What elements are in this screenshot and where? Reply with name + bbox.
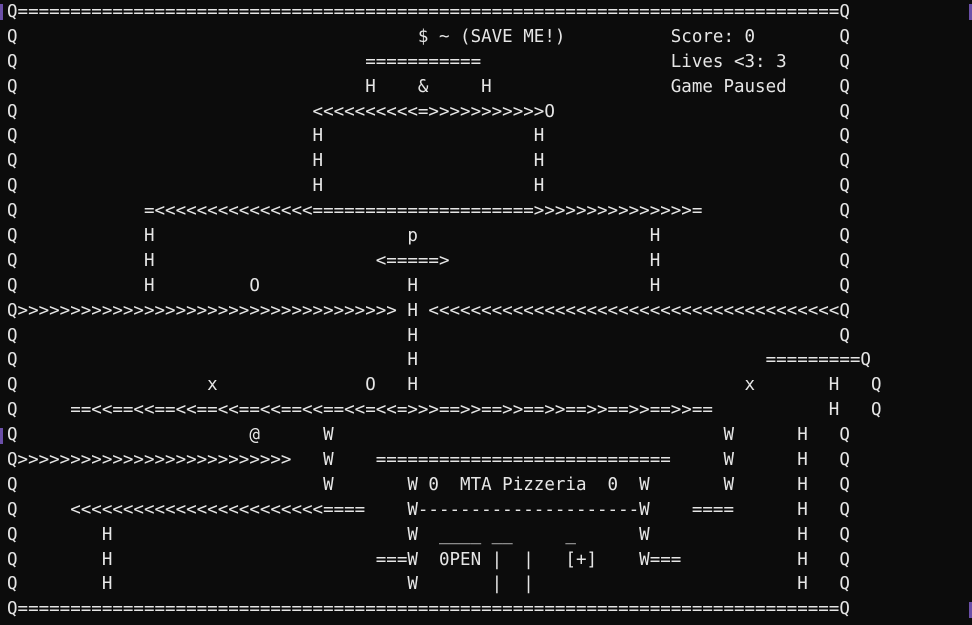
screen-row: Q x O H x H Q <box>7 375 882 396</box>
screen-row: Q>>>>>>>>>>>>>>>>>>>>>>>>>>>>>>>>>>>> H … <box>7 300 850 321</box>
gutter-marker <box>0 428 3 444</box>
screen-row: Q =<<<<<<<<<<<<<<<=====================>… <box>7 201 850 222</box>
screen-row: Q H & H Game Paused Q <box>7 76 850 97</box>
screen-row: Q H H Q <box>7 151 850 172</box>
screen-row: Q H W ____ __ _ W H Q <box>7 524 850 545</box>
screen-row: Q H p H Q <box>7 226 850 247</box>
screen-row: Q H O H H Q <box>7 275 850 296</box>
terminal-window: Q=======================================… <box>0 0 972 625</box>
screen-row: Q =========== Lives <3: 3 Q <box>7 51 850 72</box>
left-gutter <box>0 0 3 625</box>
screen-row: Q>>>>>>>>>>>>>>>>>>>>>>>>>> W ==========… <box>7 450 850 471</box>
screen-row: Q <<<<<<<<<<=>>>>>>>>>>>O Q <box>7 101 850 122</box>
screen-row: Q H <=====> H Q <box>7 250 850 271</box>
screen-row: Q ==<<==<<==<<==<<==<<==<<==<<=<<=>>>==>… <box>7 400 882 421</box>
screen-row: Q $ ~ (SAVE ME!) Score: 0 Q <box>7 26 850 47</box>
screen-row: Q <<<<<<<<<<<<<<<<<<<<<<<<==== W--------… <box>7 499 850 520</box>
screen-row: Q H Q <box>7 325 850 346</box>
screen-row: Q H H Q <box>7 176 850 197</box>
screen-row: Q H W | | H Q <box>7 574 850 595</box>
screen-row: Q H ===W 0PEN | | [+] W=== H Q <box>7 549 850 570</box>
screen-row: Q @ W W H Q <box>7 425 850 446</box>
screen-row: Q H =========Q <box>7 350 871 371</box>
game-screen: Q=======================================… <box>7 0 881 622</box>
screen-row: Q H H Q <box>7 126 850 147</box>
gutter-marker <box>0 4 3 20</box>
border-row: Q=======================================… <box>7 599 850 620</box>
border-row: Q=======================================… <box>7 2 850 22</box>
screen-row: Q W W 0 MTA Pizzeria 0 W W H Q <box>7 474 850 495</box>
